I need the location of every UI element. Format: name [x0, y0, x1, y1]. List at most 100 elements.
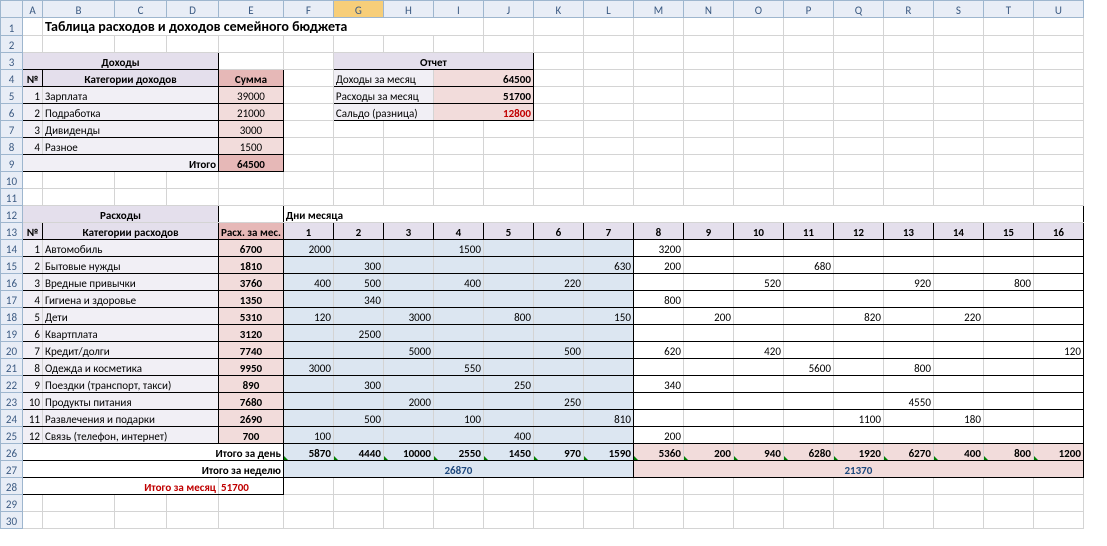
expense-day-cell[interactable] [833, 376, 883, 393]
expense-row-name[interactable]: Одежда и косметика [43, 359, 219, 376]
expense-row-monthly[interactable]: 7740 [219, 342, 284, 359]
expense-day-cell[interactable] [833, 240, 883, 257]
expense-day-cell[interactable]: 810 [583, 410, 633, 427]
expense-day-cell[interactable]: 800 [983, 274, 1033, 291]
expense-day-cell[interactable]: 250 [483, 376, 533, 393]
expense-day-cell[interactable] [783, 410, 833, 427]
expense-day-cell[interactable] [633, 274, 683, 291]
expense-day-cell[interactable]: 2000 [283, 240, 333, 257]
expense-day-cell[interactable] [433, 291, 483, 308]
expense-day-cell[interactable] [383, 325, 433, 342]
expense-day-cell[interactable]: 800 [633, 291, 683, 308]
expense-day-cell[interactable] [283, 291, 333, 308]
expense-row-num[interactable]: 3 [23, 274, 43, 291]
expense-day-cell[interactable] [433, 393, 483, 410]
expense-day-cell[interactable] [733, 427, 783, 444]
expense-day-cell[interactable] [333, 393, 383, 410]
expense-day-cell[interactable] [383, 376, 433, 393]
expense-day-cell[interactable] [933, 240, 983, 257]
expense-day-cell[interactable]: 620 [633, 342, 683, 359]
expense-day-cell[interactable] [483, 240, 533, 257]
expense-day-cell[interactable]: 680 [783, 257, 833, 274]
expense-day-cell[interactable] [583, 393, 633, 410]
expense-day-cell[interactable] [933, 427, 983, 444]
expense-day-cell[interactable] [983, 240, 1033, 257]
expense-day-cell[interactable] [733, 325, 783, 342]
expense-day-cell[interactable] [833, 291, 883, 308]
expense-day-cell[interactable]: 2500 [333, 325, 383, 342]
expense-day-cell[interactable] [283, 342, 333, 359]
expense-day-cell[interactable] [933, 257, 983, 274]
expense-day-cell[interactable] [683, 376, 733, 393]
expense-day-cell[interactable] [983, 342, 1033, 359]
expense-day-cell[interactable] [583, 291, 633, 308]
expense-day-cell[interactable] [983, 359, 1033, 376]
expense-day-cell[interactable] [833, 257, 883, 274]
expense-day-cell[interactable] [683, 257, 733, 274]
expense-day-cell[interactable]: 100 [283, 427, 333, 444]
expense-day-cell[interactable] [783, 342, 833, 359]
expense-day-cell[interactable] [583, 359, 633, 376]
expense-day-cell[interactable]: 500 [333, 274, 383, 291]
expense-day-cell[interactable] [583, 274, 633, 291]
expense-day-cell[interactable] [483, 257, 533, 274]
expense-day-cell[interactable] [383, 291, 433, 308]
expense-day-cell[interactable] [533, 427, 583, 444]
expense-day-cell[interactable] [983, 291, 1033, 308]
expense-day-cell[interactable]: 4550 [883, 393, 933, 410]
expense-day-cell[interactable]: 100 [433, 410, 483, 427]
expense-day-cell[interactable] [983, 376, 1033, 393]
expense-day-cell[interactable]: 3000 [283, 359, 333, 376]
expense-day-cell[interactable]: 400 [283, 274, 333, 291]
expense-day-cell[interactable]: 3200 [633, 240, 683, 257]
expense-day-cell[interactable] [983, 393, 1033, 410]
expense-day-cell[interactable]: 120 [283, 308, 333, 325]
expense-day-cell[interactable]: 3000 [383, 308, 433, 325]
expense-day-cell[interactable]: 820 [833, 308, 883, 325]
expense-day-cell[interactable]: 250 [533, 393, 583, 410]
expense-day-cell[interactable] [383, 274, 433, 291]
expense-day-cell[interactable] [833, 359, 883, 376]
expense-row-num[interactable]: 11 [23, 410, 43, 427]
expense-day-cell[interactable] [783, 240, 833, 257]
expense-day-cell[interactable]: 800 [483, 308, 533, 325]
expense-row-name[interactable]: Бытовые нужды [43, 257, 219, 274]
expense-day-cell[interactable] [933, 376, 983, 393]
expense-day-cell[interactable] [1033, 325, 1083, 342]
expense-row-num[interactable]: 10 [23, 393, 43, 410]
expense-day-cell[interactable] [683, 325, 733, 342]
expense-row-name[interactable]: Вредные привычки [43, 274, 219, 291]
expense-row-name[interactable]: Квартплата [43, 325, 219, 342]
expense-day-cell[interactable] [683, 291, 733, 308]
expense-row-monthly[interactable]: 1350 [219, 291, 284, 308]
expense-day-cell[interactable] [633, 308, 683, 325]
expense-day-cell[interactable] [883, 342, 933, 359]
expense-day-cell[interactable] [983, 410, 1033, 427]
expense-row-name[interactable]: Продукты питания [43, 393, 219, 410]
expense-day-cell[interactable] [383, 427, 433, 444]
expense-row-num[interactable]: 12 [23, 427, 43, 444]
expense-day-cell[interactable] [1033, 274, 1083, 291]
expense-day-cell[interactable]: 340 [333, 291, 383, 308]
expense-day-cell[interactable] [433, 376, 483, 393]
expense-day-cell[interactable] [983, 257, 1033, 274]
expense-day-cell[interactable] [1033, 240, 1083, 257]
expense-day-cell[interactable] [633, 325, 683, 342]
expense-row-monthly[interactable]: 890 [219, 376, 284, 393]
expense-row-monthly[interactable]: 5310 [219, 308, 284, 325]
expense-day-cell[interactable] [783, 325, 833, 342]
expense-day-cell[interactable] [683, 359, 733, 376]
expense-day-cell[interactable] [883, 410, 933, 427]
expense-day-cell[interactable]: 800 [883, 359, 933, 376]
expense-day-cell[interactable] [533, 376, 583, 393]
expense-day-cell[interactable] [983, 308, 1033, 325]
expense-day-cell[interactable]: 5000 [383, 342, 433, 359]
expense-day-cell[interactable] [683, 393, 733, 410]
expense-day-cell[interactable] [333, 359, 383, 376]
expense-day-cell[interactable] [433, 325, 483, 342]
expense-day-cell[interactable] [683, 240, 733, 257]
expense-day-cell[interactable]: 630 [583, 257, 633, 274]
expense-day-cell[interactable] [833, 325, 883, 342]
expense-day-cell[interactable] [533, 410, 583, 427]
expense-day-cell[interactable] [283, 410, 333, 427]
